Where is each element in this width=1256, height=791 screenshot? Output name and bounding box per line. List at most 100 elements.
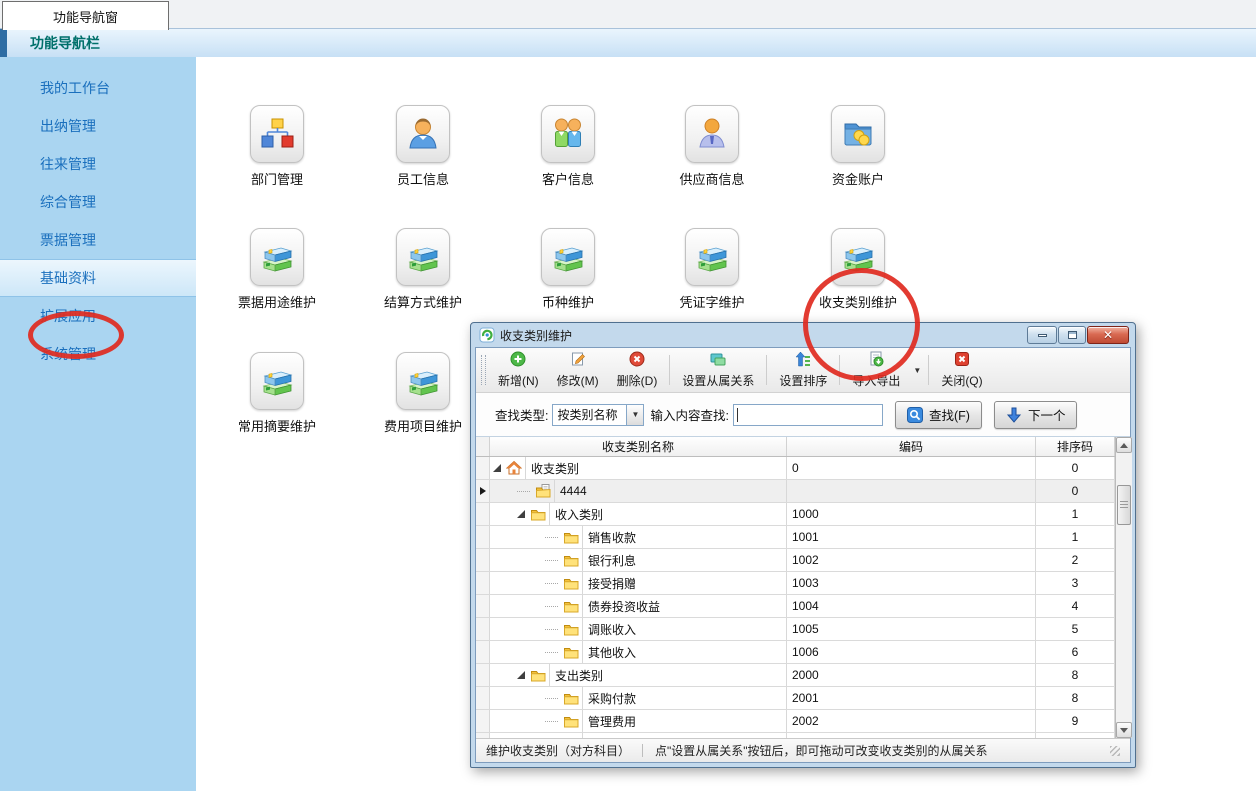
- header-name[interactable]: 收支类别名称: [490, 437, 787, 456]
- table-row[interactable]: 支出类别20008: [476, 664, 1115, 687]
- cell-code: 0: [787, 457, 1036, 479]
- table-row[interactable]: 债券投资收益10044: [476, 595, 1115, 618]
- voucher-word-maintenance-icon[interactable]: [685, 228, 739, 286]
- toolbar-button-close[interactable]: 关闭(Q): [932, 350, 991, 390]
- common-summary-maintenance-icon[interactable]: [250, 352, 304, 410]
- table-row[interactable]: 收入类别10001: [476, 503, 1115, 526]
- app-item-department-management[interactable]: 部门管理: [227, 105, 327, 188]
- dialog-income-expense-category: 收支类别维护 ✕ 新增(N)修改(M)删除(D)设置从属关系设置排序导入导出▼关…: [470, 322, 1136, 768]
- employee-info-icon[interactable]: [396, 105, 450, 163]
- set-relation-icon: [710, 351, 726, 370]
- app-item-common-summary-maintenance[interactable]: 常用摘要维护: [227, 352, 327, 435]
- table-row[interactable]: 收支类别00: [476, 457, 1115, 480]
- content-area: 部门管理 员工信息客户信息 供应商信息资金账户票据用途维护结算方式维护币种维护凭证字…: [196, 57, 1256, 791]
- table-row[interactable]: 银行利息10022: [476, 549, 1115, 572]
- sidebar-item-contact-management[interactable]: 往来管理: [0, 145, 196, 183]
- toolbar-button-edit[interactable]: 修改(M): [548, 350, 608, 390]
- dialog-toolbar: 新增(N)修改(M)删除(D)设置从属关系设置排序导入导出▼关闭(Q): [476, 348, 1130, 393]
- row-indicator-cell: [476, 595, 490, 617]
- app-item-currency-maintenance[interactable]: 币种维护: [518, 228, 618, 311]
- cell-name-text: 4444: [554, 480, 786, 502]
- currency-maintenance-icon[interactable]: [541, 228, 595, 286]
- cell-sort: 3: [1036, 572, 1115, 594]
- table-row[interactable]: 其他收入10066: [476, 641, 1115, 664]
- search-type-select[interactable]: 按类别名称 ▼: [552, 404, 644, 426]
- cell-name-text: 收支类别: [525, 457, 786, 479]
- app-label: 部门管理: [251, 169, 303, 188]
- toolbar-button-label: 设置排序: [779, 372, 827, 389]
- department-management-icon[interactable]: [250, 105, 304, 163]
- search-input[interactable]: [733, 404, 883, 426]
- next-button[interactable]: 下一个: [994, 401, 1078, 429]
- expense-item-maintenance-icon[interactable]: [396, 352, 450, 410]
- tab-function-nav-window[interactable]: 功能导航窗: [2, 1, 169, 30]
- fund-account-icon[interactable]: [831, 105, 885, 163]
- sidebar-item-comprehensive-management[interactable]: 综合管理: [0, 183, 196, 221]
- resize-grip[interactable]: [1110, 746, 1120, 756]
- app-item-supplier-info[interactable]: 供应商信息: [662, 105, 762, 188]
- status-separator: [642, 744, 643, 757]
- app-label: 凭证字维护: [679, 292, 744, 311]
- app-item-expense-item-maintenance[interactable]: 费用项目维护: [373, 352, 473, 435]
- scroll-down-button[interactable]: [1116, 722, 1132, 738]
- search-type-label: 查找类型:: [495, 405, 548, 424]
- header-sort[interactable]: 排序码: [1036, 437, 1115, 456]
- app-label: 客户信息: [542, 169, 594, 188]
- delete-icon: [629, 351, 645, 370]
- header-code[interactable]: 编码: [787, 437, 1036, 456]
- window-tab-bar: 功能导航窗: [0, 0, 1256, 29]
- cell-name-text: 管理费用: [582, 710, 786, 732]
- minimize-button[interactable]: [1027, 326, 1057, 344]
- find-button[interactable]: 查找(F): [895, 401, 982, 429]
- app-item-employee-info[interactable]: 员工信息: [373, 105, 473, 188]
- table-row[interactable]: 销售收款10011: [476, 526, 1115, 549]
- toolbar-button-label: 删除(D): [617, 372, 658, 389]
- cell-name-text: 接受捐赠: [582, 572, 786, 594]
- table-row[interactable]: 采购付款20018: [476, 687, 1115, 710]
- close-window-button[interactable]: ✕: [1087, 326, 1129, 344]
- app-item-bill-usage-maintenance[interactable]: 票据用途维护: [227, 228, 327, 311]
- tree-grid: 收支类别名称 编码 排序码 收支类别0044440收入类别10001销售收款10…: [476, 437, 1115, 738]
- cell-name-text: 其他收入: [582, 641, 786, 663]
- sidebar-item-bill-management[interactable]: 票据管理: [0, 221, 196, 259]
- customer-info-icon[interactable]: [541, 105, 595, 163]
- toolbar-button-set-relation[interactable]: 设置从属关系: [673, 350, 763, 390]
- toolbar-button-label: 设置从属关系: [682, 372, 754, 389]
- table-row[interactable]: 44440: [476, 480, 1115, 503]
- app-item-voucher-word-maintenance[interactable]: 凭证字维护: [662, 228, 762, 311]
- dialog-title: 收支类别维护: [500, 327, 572, 344]
- bill-usage-maintenance-icon[interactable]: [250, 228, 304, 286]
- close-icon: [954, 351, 970, 370]
- expand-triangle-icon[interactable]: [517, 510, 525, 518]
- sidebar-item-cashier-management[interactable]: 出纳管理: [0, 107, 196, 145]
- annotation-circle-app-icon: [803, 268, 920, 381]
- dialog-body: 新增(N)修改(M)删除(D)设置从属关系设置排序导入导出▼关闭(Q) 查找类型…: [475, 347, 1131, 763]
- table-row[interactable]: 管理费用20029: [476, 710, 1115, 733]
- tree-connector: [545, 721, 558, 722]
- expand-triangle-icon[interactable]: [493, 464, 501, 472]
- sidebar-item-basic-data[interactable]: 基础资料: [0, 259, 196, 297]
- scroll-up-icon: [1120, 443, 1128, 448]
- scroll-up-button[interactable]: [1116, 437, 1132, 453]
- app-item-customer-info[interactable]: 客户信息: [518, 105, 618, 188]
- app-item-fund-account[interactable]: 资金账户: [808, 105, 908, 188]
- vertical-scrollbar[interactable]: [1115, 437, 1132, 738]
- restore-button[interactable]: [1058, 326, 1086, 344]
- sidebar-item-my-workbench[interactable]: 我的工作台: [0, 69, 196, 107]
- folder-icon: [563, 529, 579, 545]
- cell-sort: 8: [1036, 664, 1115, 686]
- settlement-method-maintenance-icon[interactable]: [396, 228, 450, 286]
- expand-triangle-icon[interactable]: [517, 671, 525, 679]
- toolbar-button-add[interactable]: 新增(N): [489, 350, 548, 390]
- add-icon: [510, 351, 526, 370]
- cell-sort: 9: [1036, 710, 1115, 732]
- supplier-info-icon[interactable]: [685, 105, 739, 163]
- chevron-down-icon[interactable]: ▼: [626, 405, 643, 425]
- toolbar-separator: [766, 355, 767, 385]
- table-row[interactable]: 接受捐赠10033: [476, 572, 1115, 595]
- toolbar-button-delete[interactable]: 删除(D): [608, 350, 667, 390]
- table-row[interactable]: 调账收入10055: [476, 618, 1115, 641]
- dropdown-arrow-icon[interactable]: ▼: [909, 366, 925, 375]
- app-item-settlement-method-maintenance[interactable]: 结算方式维护: [373, 228, 473, 311]
- scrollbar-thumb[interactable]: [1117, 485, 1131, 525]
